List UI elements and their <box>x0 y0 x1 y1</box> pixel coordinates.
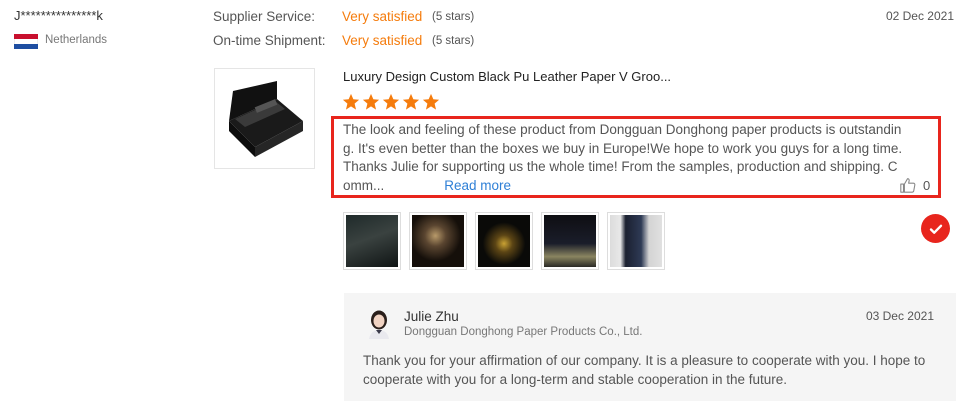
supplier-service-label: Supplier Service: <box>213 9 316 24</box>
reviewer-name: J***************k <box>14 8 103 23</box>
shipment-value: Very satisfied <box>342 33 423 48</box>
review-star-rating <box>342 93 440 111</box>
netherlands-flag-icon <box>14 34 38 49</box>
star-icon <box>382 93 400 110</box>
company-name[interactable]: Dongguan Donghong Paper Products Co., Lt… <box>404 326 642 338</box>
review-photo[interactable] <box>409 212 467 270</box>
like-count: 0 <box>923 177 931 193</box>
read-more-link[interactable]: Read more <box>444 178 511 193</box>
review-photo[interactable] <box>541 212 599 270</box>
star-icon <box>362 93 380 110</box>
star-icon <box>402 93 420 110</box>
review-photo[interactable] <box>607 212 665 270</box>
review-text: The look and feeling of these product fr… <box>343 122 903 193</box>
product-thumbnail[interactable] <box>214 68 315 169</box>
review-photo-gallery <box>343 212 665 270</box>
thumbs-up-icon <box>900 178 916 193</box>
review-text-block: The look and feeling of these product fr… <box>343 121 903 195</box>
review-date: 02 Dec 2021 <box>885 9 954 23</box>
avatar <box>366 309 392 339</box>
shipment-stars: (5 stars) <box>432 35 475 47</box>
product-title[interactable]: Luxury Design Custom Black Pu Leather Pa… <box>343 69 671 84</box>
shipment-label: On-time Shipment: <box>213 33 326 48</box>
like-button[interactable]: 0 <box>899 176 930 194</box>
reviewer-country: Netherlands <box>45 34 108 46</box>
supplier-service-value: Very satisfied <box>342 9 423 24</box>
reply-text: Thank you for your affirmation of our co… <box>363 353 926 387</box>
replier-name: Julie Zhu <box>404 309 459 324</box>
star-icon <box>422 93 440 110</box>
reply-date: 03 Dec 2021 <box>865 309 934 323</box>
verified-checkmark-icon <box>921 214 950 243</box>
review-photo[interactable] <box>343 212 401 270</box>
review-photo[interactable] <box>475 212 533 270</box>
star-icon <box>342 93 360 110</box>
supplier-service-stars: (5 stars) <box>432 11 475 23</box>
